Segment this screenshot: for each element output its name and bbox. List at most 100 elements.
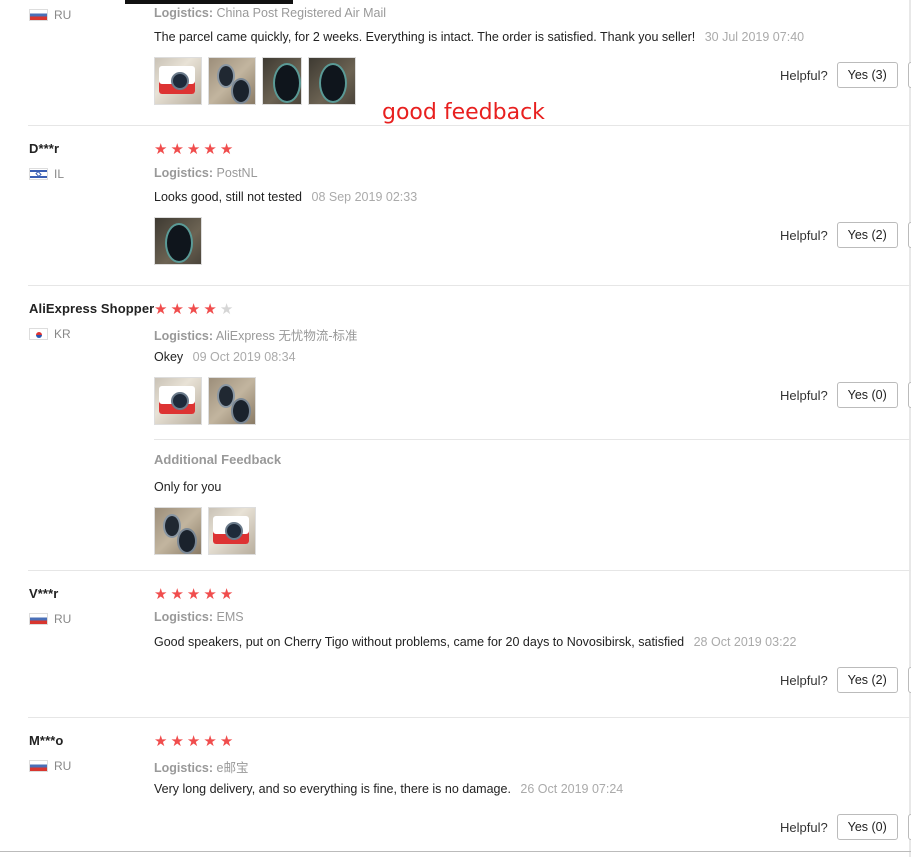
review-date: 08 Sep 2019 02:33 <box>311 190 418 204</box>
helpful-label: Helpful? <box>780 67 828 83</box>
review-text: Looks good, still not tested 08 Sep 2019… <box>154 190 417 204</box>
logistics-label: Logistics: <box>154 761 214 775</box>
review-text: Okey 09 Oct 2019 08:34 <box>154 350 296 364</box>
review-body: Looks good, still not tested <box>154 190 303 204</box>
review-photos <box>154 377 256 425</box>
flag-ru-icon <box>29 760 48 772</box>
review-photo[interactable] <box>208 57 256 105</box>
logistics-value: China Post Registered Air Mail <box>216 6 387 20</box>
logistics-value: EMS <box>216 610 244 624</box>
helpful-vote: Helpful? Yes (3) <box>780 62 898 88</box>
logistics-value: PostNL <box>216 166 258 180</box>
review-divider <box>28 125 911 126</box>
top-scroll-indicator <box>125 0 293 4</box>
star-icon: ★ <box>170 586 184 603</box>
star-icon: ★ <box>154 586 168 603</box>
reviewer-country: RU <box>29 8 71 22</box>
country-code: KR <box>54 327 71 341</box>
star-icon: ★ <box>186 301 201 318</box>
logistics-info: Logistics: PostNL <box>154 166 258 180</box>
helpful-vote: Helpful? Yes (2) <box>780 667 898 693</box>
review-body: Good speakers, put on Cherry Tigo withou… <box>154 635 685 649</box>
review-divider <box>28 570 911 571</box>
country-code: IL <box>54 167 65 181</box>
star-icon: ★ <box>203 586 217 603</box>
flag-ru-icon <box>29 613 48 625</box>
additional-feedback-divider <box>154 439 911 440</box>
logistics-label: Logistics: <box>154 610 214 624</box>
country-code: RU <box>54 8 72 22</box>
reviewer-name: M***o <box>29 733 64 748</box>
bottom-edge-border <box>0 851 911 852</box>
star-icon: ★ <box>186 586 201 603</box>
review-photo[interactable] <box>308 57 356 105</box>
logistics-value: AliExpress 无忧物流-标准 <box>215 329 358 343</box>
flag-il-icon <box>29 168 48 180</box>
star-empty-icon: ★ <box>219 301 234 318</box>
additional-feedback-photos <box>154 507 256 555</box>
logistics-value: e邮宝 <box>216 761 249 775</box>
helpful-vote: Helpful? Yes (0) <box>780 382 898 408</box>
flag-ru-icon <box>29 9 48 21</box>
helpful-label: Helpful? <box>780 227 828 243</box>
logistics-label: Logistics: <box>154 329 214 343</box>
helpful-label: Helpful? <box>780 819 828 835</box>
rating-stars: ★ ★ ★ ★ ★ <box>154 302 233 317</box>
star-icon: ★ <box>154 141 168 158</box>
helpful-label: Helpful? <box>780 672 828 688</box>
helpful-vote: Helpful? Yes (0) <box>780 814 898 840</box>
star-icon: ★ <box>219 586 234 603</box>
rating-stars: ★ ★ ★ ★ ★ <box>154 142 233 157</box>
star-icon: ★ <box>219 141 234 158</box>
yes-button[interactable]: Yes (2) <box>836 222 898 248</box>
review-date: 28 Oct 2019 03:22 <box>693 635 797 649</box>
reviewer-name: AliExpress Shopper <box>29 301 155 316</box>
review-body: Very long delivery, and so everything is… <box>154 782 511 796</box>
logistics-info: Logistics: China Post Registered Air Mai… <box>154 6 386 20</box>
logistics-label: Logistics: <box>154 166 214 180</box>
reviewer-country: RU <box>29 759 71 773</box>
logistics-info: Logistics: e邮宝 <box>154 757 248 776</box>
logistics-info: Logistics: EMS <box>154 610 244 624</box>
review-photo[interactable] <box>154 507 202 555</box>
review-photos <box>154 217 202 265</box>
review-photo[interactable] <box>154 377 202 425</box>
additional-feedback-text: Only for you <box>154 480 222 494</box>
rating-stars: ★ ★ ★ ★ ★ <box>154 587 233 602</box>
review-photo[interactable] <box>154 217 202 265</box>
review-text: The parcel came quickly, for 2 weeks. Ev… <box>154 30 804 44</box>
reviewer-country: KR <box>29 327 71 341</box>
star-icon: ★ <box>203 733 217 750</box>
review-photo[interactable] <box>262 57 302 105</box>
reviewer-country: IL <box>29 167 64 181</box>
rating-stars: ★ ★ ★ ★ ★ <box>154 734 233 749</box>
helpful-label: Helpful? <box>780 387 828 403</box>
reviewer-name: V***r <box>29 586 59 601</box>
logistics-info: Logistics: AliExpress 无忧物流-标准 <box>154 325 358 344</box>
star-icon: ★ <box>203 301 217 318</box>
review-divider <box>28 285 911 286</box>
review-date: 30 Jul 2019 07:40 <box>704 30 805 44</box>
review-body: The parcel came quickly, for 2 weeks. Ev… <box>154 30 696 44</box>
review-photos <box>154 57 356 105</box>
star-icon: ★ <box>203 141 217 158</box>
review-body: Okey <box>154 350 184 364</box>
review-date: 26 Oct 2019 07:24 <box>520 782 624 796</box>
star-icon: ★ <box>170 733 184 750</box>
yes-button[interactable]: Yes (0) <box>836 814 898 840</box>
star-icon: ★ <box>186 141 201 158</box>
reviewer-name: D***r <box>29 141 60 156</box>
country-code: RU <box>54 759 72 773</box>
yes-button[interactable]: Yes (0) <box>836 382 898 408</box>
additional-feedback-title: Additional Feedback <box>154 452 282 467</box>
helpful-vote: Helpful? Yes (2) <box>780 222 898 248</box>
review-photo[interactable] <box>208 377 256 425</box>
review-photo[interactable] <box>208 507 256 555</box>
review-photo[interactable] <box>154 57 202 105</box>
star-icon: ★ <box>154 301 168 318</box>
yes-button[interactable]: Yes (3) <box>836 62 898 88</box>
yes-button[interactable]: Yes (2) <box>836 667 898 693</box>
star-icon: ★ <box>170 141 184 158</box>
star-icon: ★ <box>219 733 234 750</box>
review-text: Good speakers, put on Cherry Tigo withou… <box>154 635 796 649</box>
